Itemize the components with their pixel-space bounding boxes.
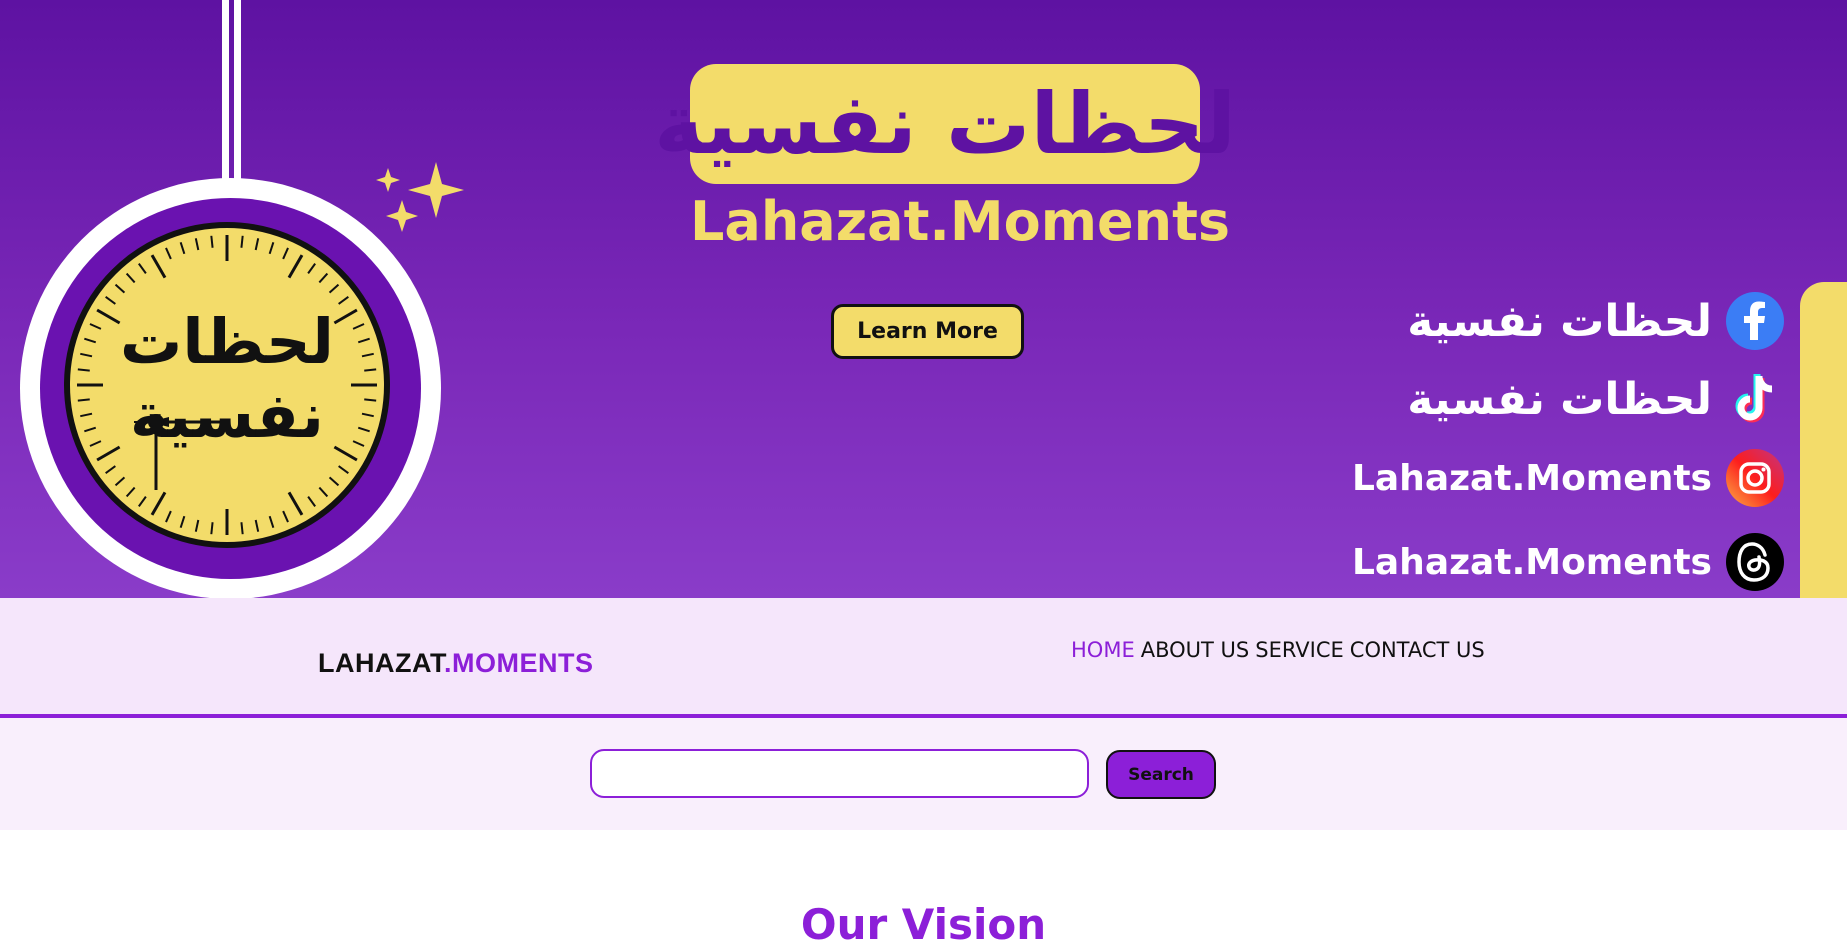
clock-tick: [268, 515, 275, 528]
clock-tick: [328, 283, 340, 294]
clock-tick: [254, 238, 260, 251]
nav-home[interactable]: HOME: [1071, 638, 1135, 662]
clock-tick: [210, 522, 214, 535]
clock-tick: [282, 247, 289, 260]
clock-tick: [77, 368, 90, 372]
social-instagram-label: Lahazat.Moments: [1351, 457, 1712, 499]
clock-text-line2: نفسية: [130, 379, 324, 452]
clock-tick: [357, 337, 370, 344]
clock-tick: [287, 491, 304, 516]
social-facebook[interactable]: لحظات نفسية: [1407, 292, 1784, 350]
social-facebook-label: لحظات نفسية: [1407, 295, 1712, 347]
clock-tick: [364, 398, 377, 402]
hero-banner: لحظات نفسية لحظات نفسية Lahazat.Moments …: [0, 0, 1847, 598]
hero-title-box: لحظات نفسية: [654, 64, 1236, 184]
learn-more-button[interactable]: Learn More: [831, 304, 1024, 359]
clock-tick: [84, 337, 97, 344]
clock-tick: [254, 519, 260, 532]
clock-tick: [138, 263, 147, 274]
clock-tick: [318, 272, 329, 284]
clock-tick: [105, 296, 116, 305]
site-logo[interactable]: LAHAZAT.MOMENTS: [318, 648, 593, 679]
main-nav: HOME ABOUT US SERVICE CONTACT US: [1071, 638, 1485, 662]
section-title-our-vision: Our Vision: [800, 900, 1047, 949]
clock-tick: [179, 242, 186, 255]
clock-tick: [338, 296, 349, 305]
clock-tick: [80, 412, 93, 418]
clock-tick: [80, 352, 93, 358]
side-yellow-tab: [1800, 282, 1847, 598]
clock-logo-text: لحظات نفسية: [100, 305, 354, 453]
clock-tick: [194, 519, 200, 532]
clock-tick: [77, 398, 90, 402]
clock-tick: [240, 235, 244, 248]
hero-title-arabic: لحظات نفسية: [654, 75, 1236, 173]
social-threads-label: Lahazat.Moments: [1351, 541, 1712, 583]
clock-tick: [352, 323, 365, 330]
search-button[interactable]: Search: [1106, 750, 1216, 799]
nav-contact-us[interactable]: CONTACT US: [1350, 638, 1485, 662]
nav-about-us[interactable]: ABOUT US: [1141, 638, 1250, 662]
clock-tick: [240, 522, 244, 535]
clock-tick: [125, 486, 136, 498]
clock-tick: [352, 440, 365, 447]
threads-icon: [1726, 533, 1784, 591]
clock-text-line1: لحظات: [120, 305, 334, 378]
clock-tick: [282, 510, 289, 523]
clock-tick: [179, 515, 186, 528]
clock-tick: [210, 235, 214, 248]
logo-part2: .MOMENTS: [443, 648, 594, 678]
clock-tick: [150, 254, 167, 279]
social-instagram[interactable]: Lahazat.Moments: [1352, 449, 1784, 507]
facebook-icon: [1726, 292, 1784, 350]
clock-tick: [361, 352, 374, 358]
instagram-icon: [1726, 449, 1784, 507]
clock-tick: [361, 412, 374, 418]
search-input[interactable]: [590, 749, 1089, 798]
clock-tick: [114, 476, 126, 487]
clock-tick: [105, 465, 116, 474]
search-section: Search: [0, 718, 1847, 830]
clock-tick: [125, 272, 136, 284]
navbar: LAHAZAT.MOMENTS HOME ABOUT US SERVICE CO…: [0, 598, 1847, 718]
clock-tick: [328, 476, 340, 487]
clock-tick: [307, 496, 316, 507]
clock-tick: [114, 283, 126, 294]
tiktok-icon: [1726, 370, 1784, 428]
logo-part1: LAHAZAT: [318, 648, 444, 678]
clock-tick: [84, 426, 97, 433]
clock-tick: [318, 486, 329, 498]
clock-tick: [138, 496, 147, 507]
clock-tick: [338, 465, 349, 474]
clock-string-left: [222, 0, 229, 180]
social-tiktok-label: لحظات نفسية: [1407, 373, 1712, 425]
hero-subtitle: Lahazat.Moments: [690, 190, 1231, 253]
clock-tick: [268, 242, 275, 255]
clock-tick: [165, 510, 172, 523]
nav-service[interactable]: SERVICE: [1255, 638, 1344, 662]
clock-string-right: [234, 0, 241, 180]
clock-tick: [287, 254, 304, 279]
clock-tick: [307, 263, 316, 274]
social-tiktok[interactable]: لحظات نفسية: [1407, 370, 1784, 428]
social-threads[interactable]: Lahazat.Moments: [1352, 533, 1784, 591]
clock-tick: [150, 491, 167, 516]
clock-tick: [165, 247, 172, 260]
clock-tick: [194, 238, 200, 251]
clock-tick: [364, 368, 377, 372]
clock-tick: [357, 426, 370, 433]
sparkles-icon: [376, 162, 464, 232]
